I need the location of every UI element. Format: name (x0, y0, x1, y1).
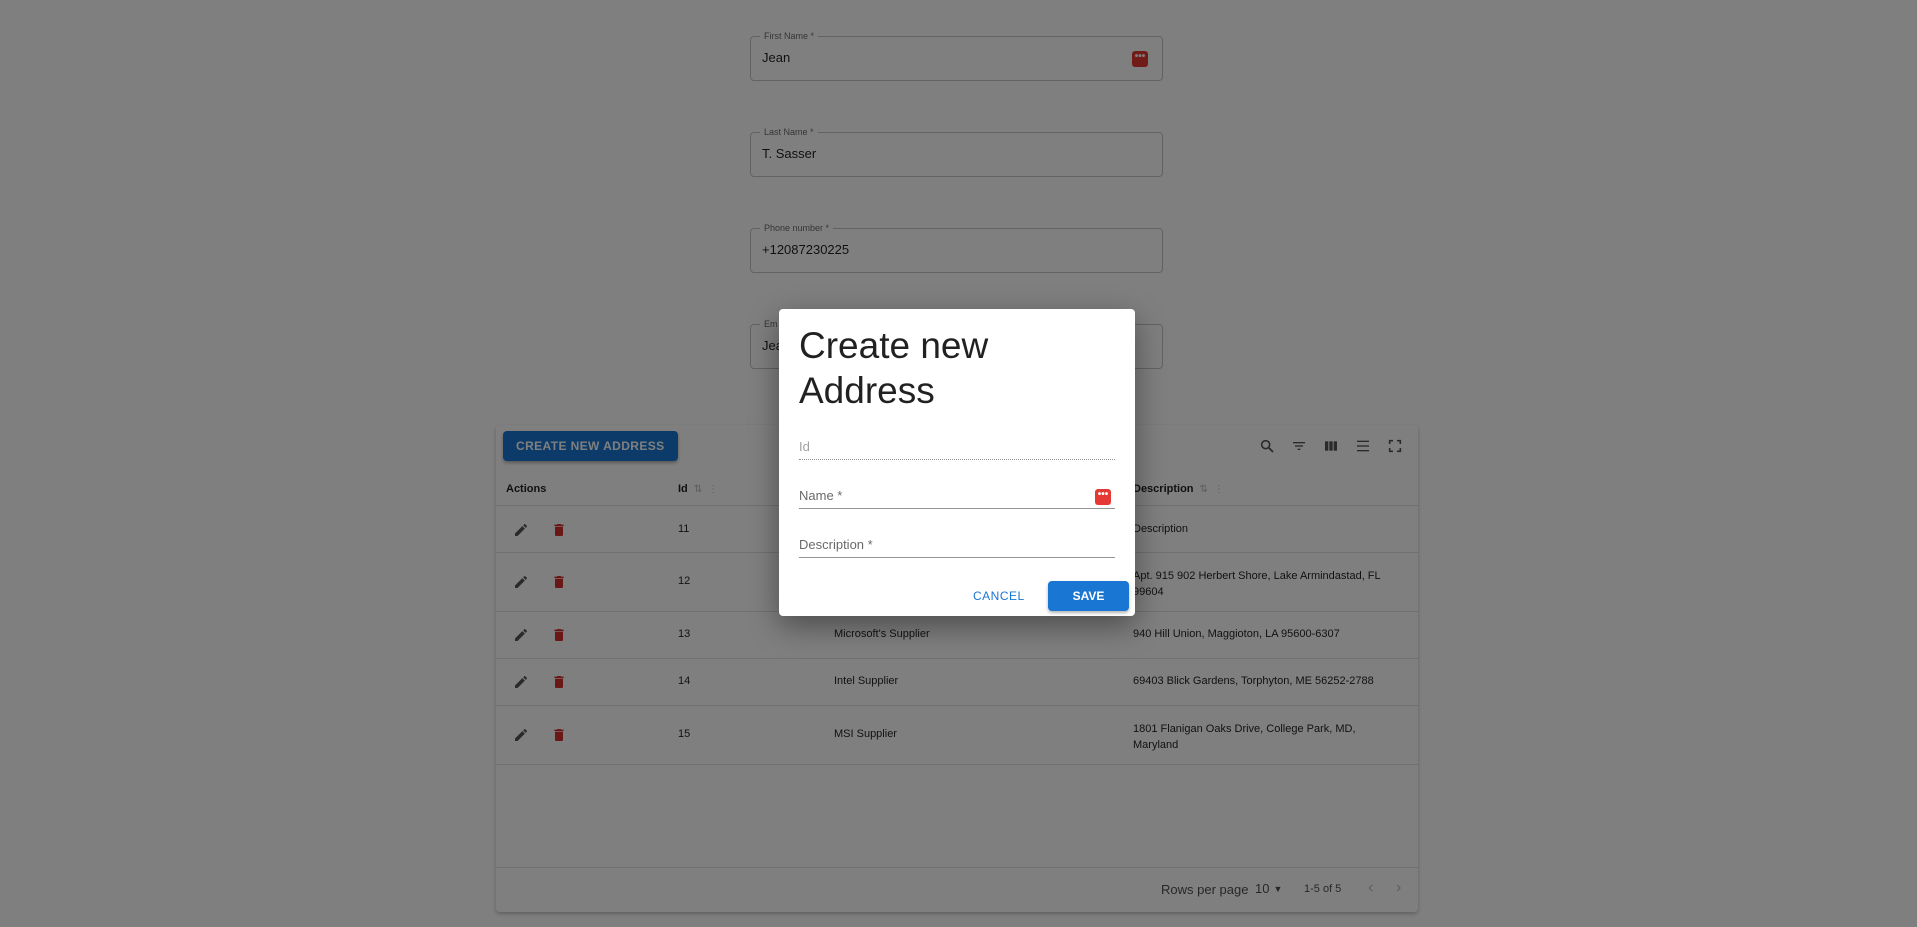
password-manager-icon[interactable]: ••• (1095, 489, 1111, 505)
id-field[interactable]: Id (799, 431, 1115, 460)
description-field[interactable]: Description * (799, 529, 1115, 558)
description-field-label: Description * (799, 537, 873, 552)
save-button[interactable]: SAVE (1048, 581, 1129, 611)
create-address-dialog: Create new Address Id Name * ••• Descrip… (779, 309, 1135, 616)
id-field-label: Id (799, 439, 810, 454)
name-field-label: Name * (799, 488, 843, 503)
cancel-button[interactable]: CANCEL (963, 581, 1035, 611)
name-field[interactable]: Name * ••• (799, 480, 1115, 509)
dialog-title: Create new Address (799, 325, 989, 411)
